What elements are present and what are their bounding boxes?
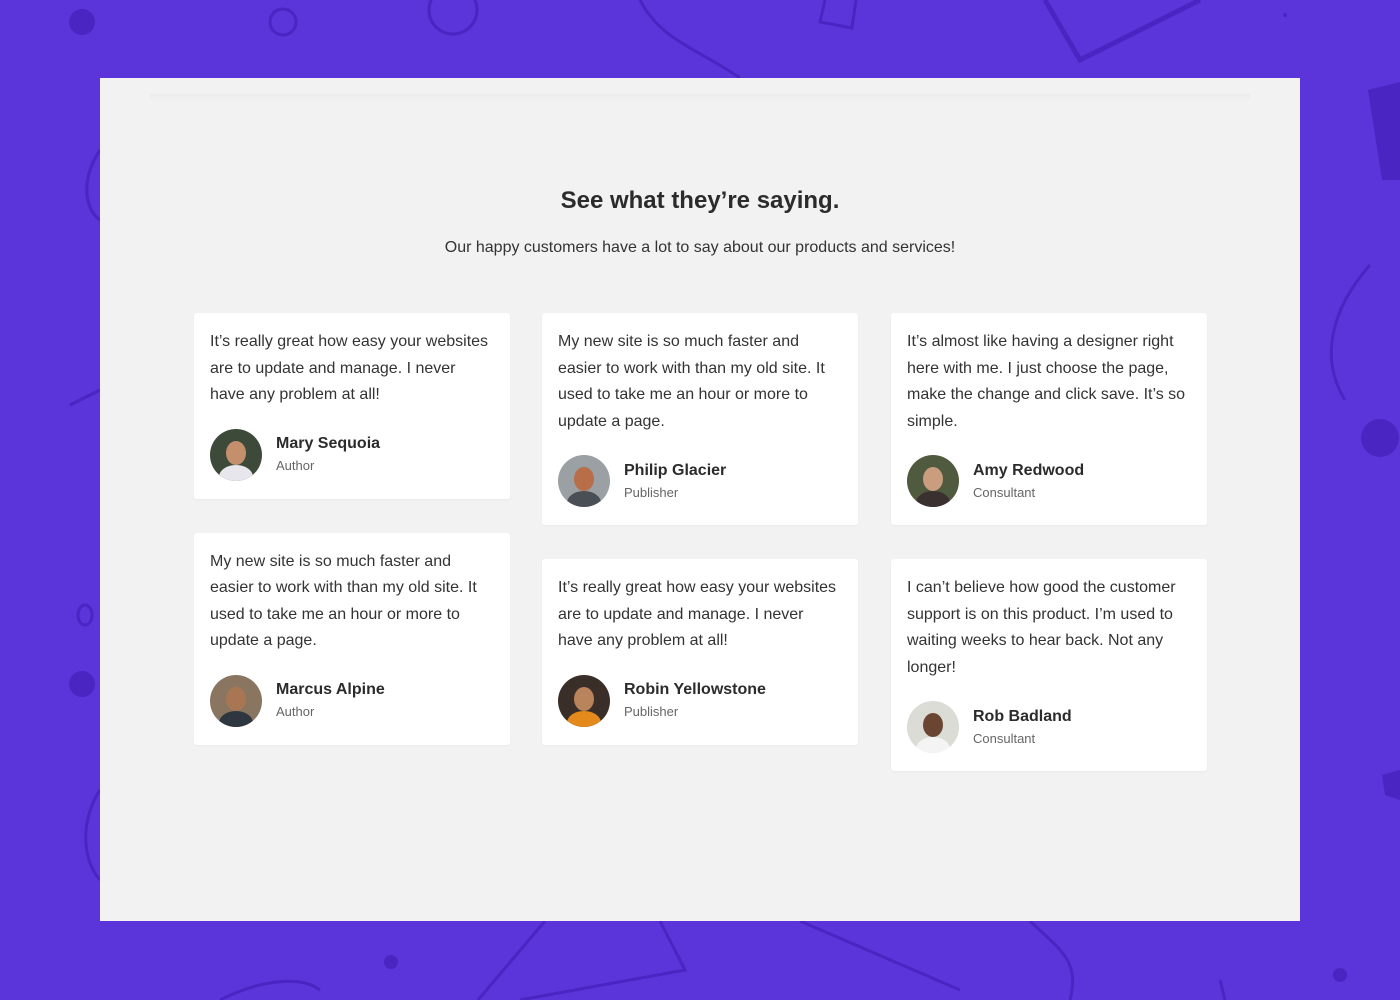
testimonial-author: Rob Badland Consultant — [907, 701, 1191, 753]
author-name: Philip Glacier — [624, 461, 727, 479]
testimonial-quote: My new site is so much faster and easier… — [558, 333, 825, 430]
author-role: Publisher — [624, 704, 679, 719]
testimonials-section: See what they’re saying. Our happy custo… — [100, 78, 1300, 921]
avatar — [907, 455, 959, 507]
testimonial-column-3: It’s almost like having a designer right… — [891, 313, 1207, 805]
testimonial-quote: It’s really great how easy your websites… — [558, 579, 837, 649]
section-title: See what they’re saying. — [560, 187, 840, 214]
testimonial-author: Philip Glacier Publisher — [558, 455, 842, 507]
testimonial-quote: It’s almost like having a designer right… — [907, 333, 1186, 430]
avatar — [210, 674, 262, 727]
author-role: Consultant — [973, 484, 1036, 500]
testimonial-quote: My new site is so much faster and easier… — [210, 552, 477, 650]
author-role: Consultant — [973, 730, 1036, 746]
testimonial-card: I can’t believe how good the customer su… — [891, 559, 1207, 771]
testimonial-author: Robin Yellowstone Publisher — [558, 674, 842, 727]
testimonial-author: Amy Redwood Consultant — [907, 455, 1191, 507]
testimonial-quote: I can’t believe how good the customer su… — [907, 579, 1176, 676]
avatar — [907, 701, 959, 753]
author-name: Amy Redwood — [973, 461, 1085, 479]
testimonial-card: It’s really great how easy your websites… — [194, 313, 510, 499]
author-role: Author — [276, 458, 315, 473]
avatar — [210, 428, 262, 481]
author-name: Marcus Alpine — [276, 681, 385, 698]
testimonial-column-2: My new site is so much faster and easier… — [542, 313, 858, 779]
testimonial-author: Marcus Alpine Author — [210, 674, 494, 727]
avatar — [558, 455, 610, 507]
avatar — [558, 674, 610, 727]
testimonial-column-1: It’s really great how easy your websites… — [194, 313, 510, 779]
author-role: Author — [276, 704, 315, 719]
section-subtitle: Our happy customers have a lot to say ab… — [444, 239, 956, 256]
author-name: Robin Yellowstone — [624, 681, 766, 698]
testimonial-quote: It’s really great how easy your websites… — [210, 333, 489, 403]
author-role: Publisher — [624, 484, 679, 500]
author-name: Rob Badland — [973, 707, 1072, 725]
testimonial-author: Mary Sequoia Author — [210, 428, 494, 481]
testimonial-card: My new site is so much faster and easier… — [194, 532, 510, 745]
divider — [150, 94, 1250, 102]
testimonial-card: It’s almost like having a designer right… — [891, 313, 1207, 525]
testimonial-card: It’s really great how easy your websites… — [542, 559, 858, 745]
testimonial-card: My new site is so much faster and easier… — [542, 313, 858, 525]
author-name: Mary Sequoia — [276, 435, 381, 452]
